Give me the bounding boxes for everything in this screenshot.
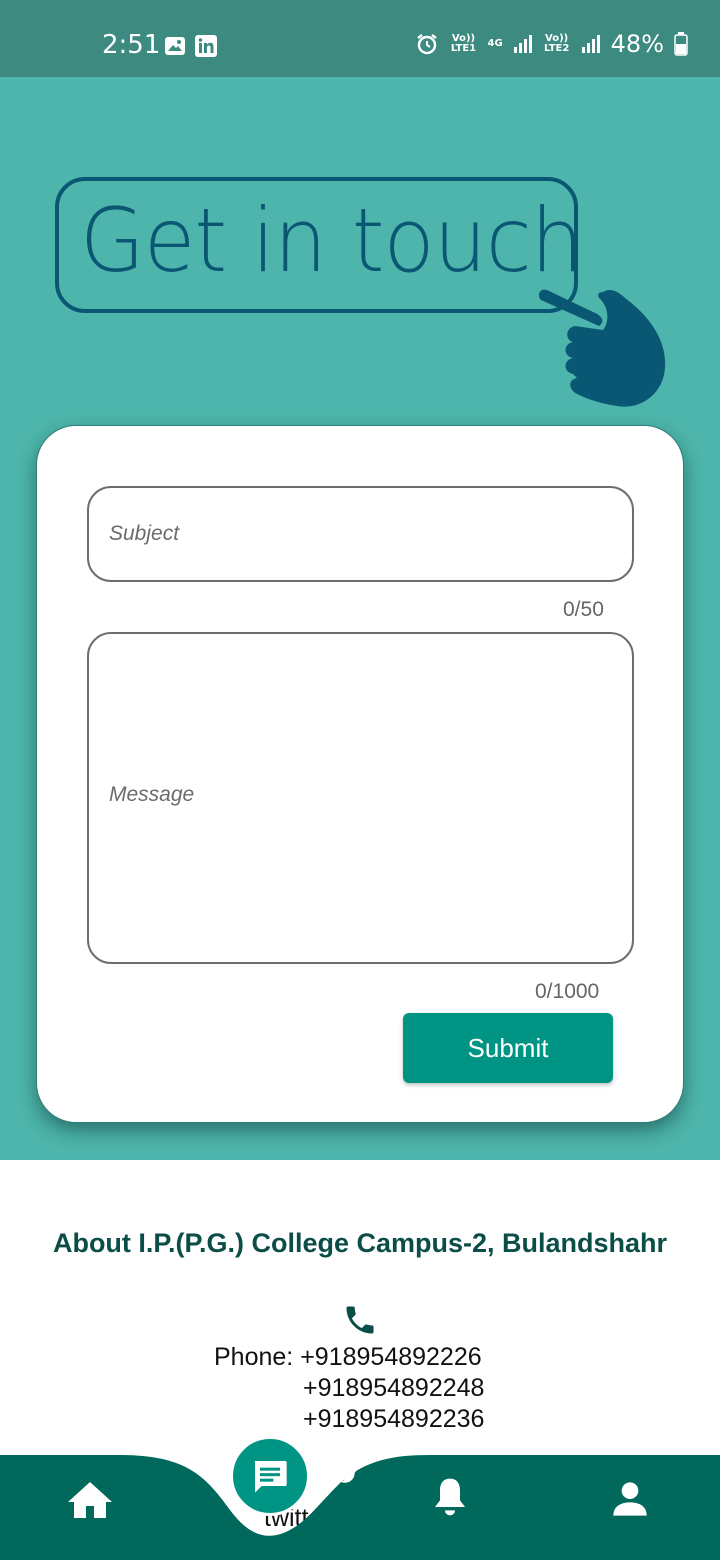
phone-number[interactable]: +918954892248 (214, 1373, 484, 1404)
battery-icon (674, 32, 688, 56)
hero-section: Get in touch 0/50 0/1000 Submit (0, 77, 720, 1160)
phone-icon (346, 1306, 374, 1334)
chat-icon (254, 1461, 287, 1493)
submit-button[interactable]: Submit (403, 1013, 613, 1083)
subject-input[interactable] (109, 522, 612, 546)
linkedin-icon (195, 35, 217, 57)
bell-icon[interactable] (430, 1474, 470, 1520)
phone-list: Phone: +918954892226 +918954892248 +9189… (214, 1342, 484, 1435)
home-icon[interactable] (66, 1478, 114, 1522)
person-icon[interactable] (610, 1478, 650, 1520)
phone-number[interactable]: +918954892226 (300, 1343, 481, 1371)
subject-counter: 0/50 (563, 598, 604, 621)
battery-percent: 48% (610, 30, 664, 58)
about-title: About I.P.(P.G.) College Campus-2, Bulan… (52, 1228, 668, 1258)
pointing-hand-icon (539, 289, 666, 407)
gallery-icon (165, 37, 185, 55)
network-type-label: 4G (487, 38, 503, 49)
message-input[interactable] (109, 783, 612, 813)
contact-form-card: 0/50 0/1000 Submit (36, 425, 684, 1123)
alarm-icon (417, 34, 438, 55)
phone-label: Phone: (214, 1343, 294, 1371)
phone-number[interactable]: +918954892236 (214, 1404, 484, 1435)
signal-1-icon (513, 35, 532, 53)
signal-2-icon (581, 35, 600, 53)
status-time: 2:51 (102, 30, 161, 60)
network-1-label: Vo)) LTE1 (450, 33, 477, 54)
twitter-icon[interactable] (338, 1466, 358, 1486)
subject-field[interactable] (87, 486, 634, 582)
message-field[interactable] (87, 632, 634, 964)
status-bar: 2:51 Vo)) LTE1 4G Vo)) LTE2 48% (0, 0, 720, 77)
network-2-label: Vo)) LTE2 (543, 33, 570, 54)
page-title: Get in touch (80, 189, 584, 292)
status-right: Vo)) LTE1 4G Vo)) LTE2 48% (415, 30, 688, 58)
message-counter: 0/1000 (535, 980, 600, 1003)
chat-fab-button[interactable] (230, 1436, 310, 1516)
